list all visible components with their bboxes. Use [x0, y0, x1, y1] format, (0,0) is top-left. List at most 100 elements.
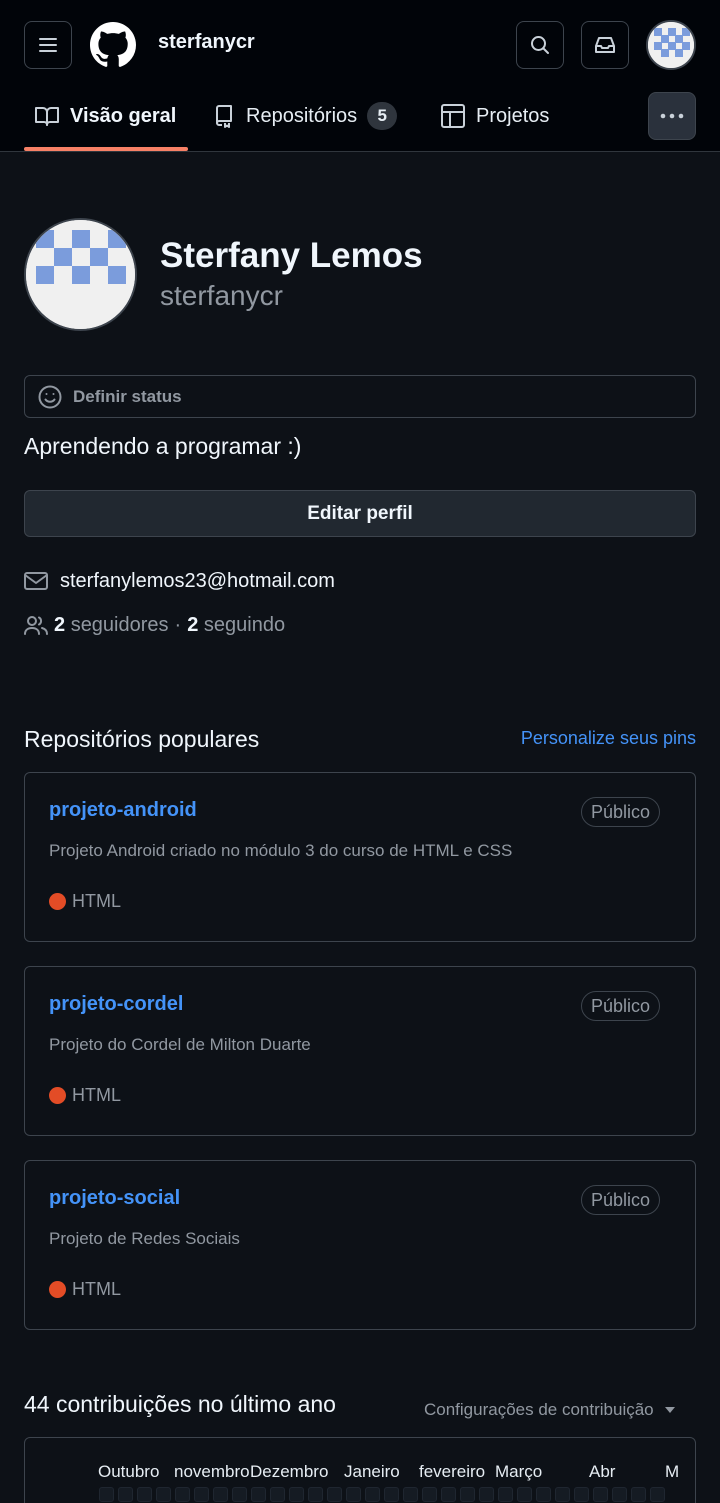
followers-label: seguidores: [70, 613, 169, 636]
contribution-cell[interactable]: [156, 1487, 171, 1502]
follow-stats: 2 seguidores · 2 seguindo: [24, 610, 285, 640]
contribution-cell[interactable]: [403, 1487, 418, 1502]
month-label: Dezembro: [250, 1462, 329, 1481]
table-icon: [441, 104, 465, 128]
repo-name-link[interactable]: projeto-social: [49, 1187, 180, 1210]
tab-overview[interactable]: Visão geral: [34, 98, 176, 134]
identicon-avatar-large: [26, 220, 135, 329]
search-button[interactable]: [516, 21, 564, 69]
menu-button[interactable]: [24, 21, 72, 69]
repo-language-label: HTML: [72, 1084, 121, 1105]
contribution-cell[interactable]: [612, 1487, 627, 1502]
contribution-cell[interactable]: [574, 1487, 589, 1502]
followers-link[interactable]: 2 seguidores: [54, 614, 169, 637]
contribution-cell[interactable]: [384, 1487, 399, 1502]
month-label: Abr: [589, 1462, 616, 1481]
tab-projects-label: Projetos: [476, 104, 550, 127]
month-label: Janeiro: [344, 1462, 400, 1481]
kebab-horizontal-icon: [660, 113, 684, 119]
profile-fullname: Sterfany Lemos: [160, 236, 423, 275]
more-tabs-button[interactable]: [648, 92, 696, 140]
contribution-cell[interactable]: [118, 1487, 133, 1502]
hamburger-icon: [39, 38, 57, 52]
contribution-cell[interactable]: [232, 1487, 247, 1502]
repo-card: projeto-social Público Projeto de Redes …: [24, 1160, 696, 1330]
month-label: novembro: [174, 1462, 250, 1481]
followers-count: 2: [54, 613, 66, 636]
contribution-cell[interactable]: [175, 1487, 190, 1502]
contribution-graph: Outubro novembro Dezembro Janeiro fevere…: [24, 1437, 696, 1503]
month-label: fevereiro: [419, 1462, 486, 1481]
following-count: 2: [187, 613, 199, 636]
contribution-cell[interactable]: [289, 1487, 304, 1502]
contribution-cell[interactable]: [555, 1487, 570, 1502]
set-status-label: Definir status: [73, 386, 182, 406]
contribution-cell[interactable]: [327, 1487, 342, 1502]
contribution-settings-dropdown[interactable]: Configurações de contribuição: [424, 1398, 676, 1422]
contribution-cell[interactable]: [194, 1487, 209, 1502]
contribution-cell[interactable]: [593, 1487, 608, 1502]
contribution-cell[interactable]: [517, 1487, 532, 1502]
customize-pins-link[interactable]: Personalize seus pins: [521, 728, 696, 749]
contribution-cell[interactable]: [137, 1487, 152, 1502]
tab-repositories-label: Repositórios: [246, 104, 358, 127]
tab-repositories[interactable]: Repositórios 5: [212, 98, 398, 134]
contribution-cell[interactable]: [99, 1487, 114, 1502]
month-label: M: [665, 1462, 680, 1481]
tab-projects[interactable]: Projetos: [440, 98, 549, 134]
contribution-cell[interactable]: [460, 1487, 475, 1502]
language-color-dot: [49, 1280, 66, 1298]
profile-avatar[interactable]: [24, 218, 137, 331]
repo-language: HTML: [49, 1278, 121, 1300]
header-username[interactable]: sterfanycr: [158, 31, 255, 54]
contribution-cell[interactable]: [650, 1487, 665, 1502]
smiley-icon: [38, 385, 62, 408]
github-logo-icon[interactable]: [90, 22, 136, 68]
contribution-cell[interactable]: [270, 1487, 285, 1502]
contribution-settings-label: Configurações de contribuição: [424, 1400, 654, 1419]
separator-dot: ·: [174, 613, 182, 636]
month-label: Outubro: [98, 1462, 160, 1481]
edit-profile-button[interactable]: Editar perfil: [24, 490, 696, 537]
contribution-cell[interactable]: [365, 1487, 380, 1502]
contribution-cell[interactable]: [479, 1487, 494, 1502]
contributions-title: 44 contribuições no último ano: [24, 1391, 336, 1417]
search-icon: [531, 36, 549, 54]
book-icon: [35, 107, 59, 126]
contribution-cell[interactable]: [251, 1487, 266, 1502]
language-color-dot: [49, 1086, 66, 1104]
mail-icon: [24, 572, 48, 590]
contribution-cell[interactable]: [213, 1487, 228, 1502]
set-status-button[interactable]: Definir status: [24, 375, 696, 418]
profile-email-link[interactable]: sterfanylemos23@hotmail.com: [60, 570, 335, 593]
following-link[interactable]: 2 seguindo: [187, 614, 285, 637]
inbox-button[interactable]: [581, 21, 629, 69]
contribution-cell[interactable]: [498, 1487, 513, 1502]
repo-description: Projeto de Redes Sociais: [49, 1229, 240, 1248]
tab-overview-label: Visão geral: [70, 104, 177, 127]
contribution-cell[interactable]: [441, 1487, 456, 1502]
top-navigation-bar: sterfanycr Visão geral Repositórios 5 Pr…: [0, 0, 720, 152]
people-icon: [24, 616, 48, 635]
contribution-cell[interactable]: [631, 1487, 646, 1502]
profile-email: sterfanylemos23@hotmail.com: [24, 566, 335, 596]
contribution-cell[interactable]: [346, 1487, 361, 1502]
month-label: Março: [495, 1462, 543, 1481]
profile-bio: Aprendendo a programar :): [24, 433, 302, 459]
following-label: seguindo: [203, 613, 286, 636]
repo-language-label: HTML: [72, 1278, 121, 1299]
contribution-cell[interactable]: [422, 1487, 437, 1502]
active-tab-indicator: [24, 147, 188, 151]
repo-name-link[interactable]: projeto-android: [49, 799, 197, 822]
visibility-badge: Público: [580, 1185, 660, 1215]
contribution-cell[interactable]: [308, 1487, 323, 1502]
language-color-dot: [49, 892, 66, 910]
user-avatar-button[interactable]: [646, 20, 696, 70]
repo-language: HTML: [49, 1084, 121, 1106]
inbox-icon: [595, 37, 615, 53]
visibility-badge: Público: [580, 991, 660, 1021]
repo-language-label: HTML: [72, 890, 121, 911]
contribution-cell[interactable]: [536, 1487, 551, 1502]
triangle-down-icon: [664, 1407, 675, 1413]
repo-name-link[interactable]: projeto-cordel: [49, 993, 183, 1016]
